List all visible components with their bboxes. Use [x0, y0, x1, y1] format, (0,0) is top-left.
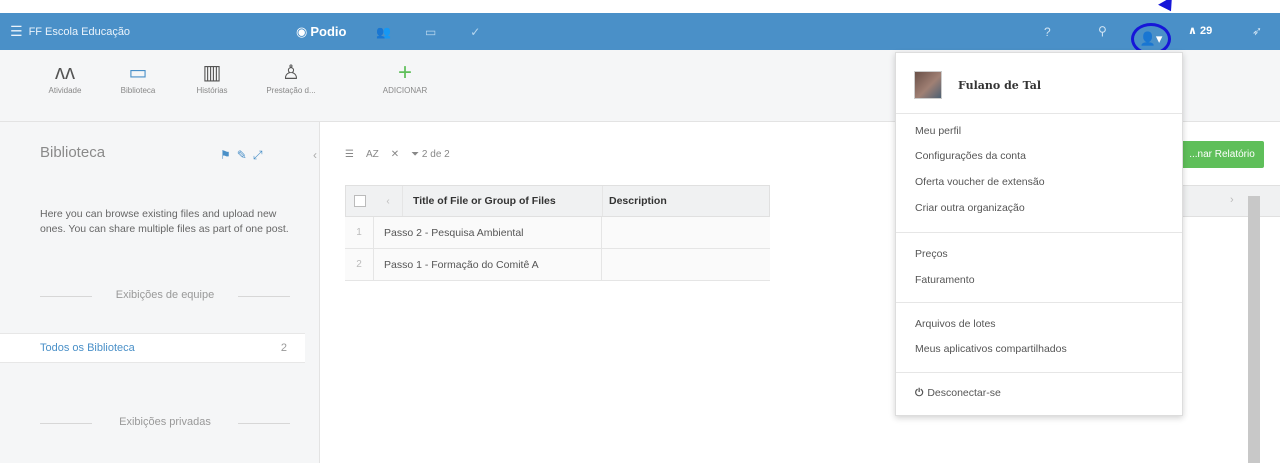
podio-logo-icon: ◉ — [296, 23, 308, 39]
fullscreen-icon[interactable]: ⤢ — [253, 148, 269, 162]
view-count: 2 — [280, 342, 287, 354]
bell-icon: ∧ — [1188, 25, 1200, 37]
menu-item-batch-files[interactable]: Arquivos de lotes — [915, 318, 996, 330]
view-label: Todos os Biblioteca — [40, 342, 135, 354]
list-layout-icon[interactable]: ☰ — [345, 149, 354, 160]
app-description: Here you can browse existing files and u… — [40, 208, 289, 235]
menu-divider — [896, 372, 1182, 373]
app-biblioteca[interactable]: ▭ Biblioteca — [103, 60, 173, 95]
vertical-scrollbar[interactable] — [1248, 196, 1260, 463]
add-icon: + — [397, 59, 412, 86]
tasks-icon[interactable]: ✓ — [470, 25, 480, 39]
menu-divider — [896, 113, 1182, 114]
menu-item-create-organization[interactable]: Criar outra organização — [915, 202, 1025, 214]
menu-item-logout[interactable]: ⏻ Desconectar-se — [915, 387, 1001, 400]
menu-item-account-settings[interactable]: Configurações da conta — [915, 150, 1026, 162]
top-navigation-bar: ☰ FF Escola Educação ◉ Podio 👥 ▭ ✓ ? ⚲ 👤… — [0, 13, 1280, 55]
menu-divider — [896, 232, 1182, 233]
user-icon: 👤▾ — [1139, 31, 1163, 46]
nav-icons: 👥 ▭ ✓ — [376, 13, 480, 50]
row-number: 2 — [356, 259, 362, 270]
chevron-right-icon[interactable]: › — [1230, 194, 1234, 206]
help-icon[interactable]: ? — [1044, 25, 1051, 39]
pin-icon[interactable]: ⚑ — [220, 148, 237, 162]
column-header-description[interactable]: Description — [602, 186, 769, 216]
items-table: ‹ Title of File or Group of Files Descri… — [345, 185, 770, 281]
row-number: 1 — [356, 227, 362, 238]
select-all-checkbox[interactable] — [346, 195, 374, 207]
book-icon: ▥ — [202, 62, 222, 84]
generate-report-button[interactable]: ...nar Relatório — [1180, 141, 1264, 168]
app-label: Atividade — [48, 86, 82, 95]
app-prestacao[interactable]: ♙ Prestação d... — [256, 60, 326, 95]
table-header-overflow: › — [1180, 185, 1280, 217]
list-toolbar: ☰ AZ ✕ ⏷ 2 de 2 — [345, 146, 450, 162]
wrench-icon[interactable]: ✎ — [237, 148, 253, 162]
app-label: Histórias — [196, 86, 228, 95]
sidebar-tools: ⚑✎⤢ — [220, 148, 268, 163]
collapse-sidebar-icon[interactable]: ‹ — [313, 148, 317, 162]
app-label: ADICIONAR — [382, 86, 428, 95]
menu-item-shared-apps[interactable]: Meus aplicativos compartilhados — [915, 343, 1067, 355]
sidebar-view-item[interactable]: Todos os Biblioteca 2 — [0, 333, 305, 363]
menu-item-voucher-offer[interactable]: Oferta voucher de extensão — [915, 176, 1045, 188]
activity-icon: ʌʌ — [55, 62, 75, 84]
app-label: Prestação d... — [266, 86, 316, 95]
money-bag-icon: ♙ — [282, 62, 300, 84]
menu-item-my-profile[interactable]: Meu perfil — [915, 125, 961, 137]
app-activity[interactable]: ʌʌ Atividade — [30, 60, 100, 95]
menu-item-billing[interactable]: Faturamento — [915, 274, 975, 286]
row-title[interactable]: Passo 2 - Pesquisa Ambiental — [373, 217, 601, 248]
podio-logo[interactable]: ◉ Podio — [296, 13, 346, 50]
power-icon: ⏻ — [915, 387, 924, 399]
sidebar: Biblioteca ⚑✎⤢ ‹ Here you can browse exi… — [0, 122, 320, 463]
filter-button[interactable]: ⏷ 2 de 2 — [411, 149, 450, 160]
user-header[interactable]: Fulano de Tal — [914, 71, 1041, 99]
team-views-label: Exibições de equipe — [40, 289, 290, 301]
avatar — [914, 71, 942, 99]
notification-count: 29 — [1200, 25, 1213, 37]
notifications-button[interactable]: ∧ 29 — [1188, 24, 1212, 37]
contacts-icon[interactable]: 👥 — [376, 25, 391, 39]
folder-icon: ▭ — [128, 62, 148, 84]
private-views-label: Exibições privadas — [40, 416, 290, 428]
app-label: Biblioteca — [120, 86, 156, 95]
row-title[interactable]: Passo 1 - Formação do Comitê A — [373, 249, 601, 280]
hamburger-icon: ☰ — [10, 23, 23, 39]
org-name: FF Escola Educação — [28, 25, 131, 38]
chevron-left-icon[interactable]: ‹ — [374, 196, 402, 207]
row-description — [601, 217, 770, 248]
search-icon[interactable]: ⚲ — [1098, 24, 1107, 38]
user-dropdown-menu: Fulano de Tal Meu perfil Configurações d… — [895, 52, 1183, 416]
org-switcher[interactable]: ☰ FF Escola Educação — [10, 13, 130, 50]
column-header-title[interactable]: Title of File or Group of Files — [402, 186, 602, 216]
user-name: Fulano de Tal — [958, 78, 1042, 92]
sidebar-title: Biblioteca — [40, 144, 106, 161]
sort-button[interactable]: AZ — [366, 149, 379, 160]
app-add[interactable]: + ADICIONAR — [370, 59, 440, 96]
calendar-icon[interactable]: ▭ — [425, 25, 436, 39]
rocket-icon[interactable]: ➶ — [1252, 24, 1262, 38]
app-historias[interactable]: ▥ Histórias — [177, 60, 247, 95]
tools-icon[interactable]: ✕ — [391, 149, 399, 160]
table-row[interactable]: 2 Passo 1 - Formação do Comitê A — [345, 249, 770, 281]
menu-item-pricing[interactable]: Preços — [915, 248, 948, 260]
row-description — [601, 249, 770, 280]
filter-icon: ⏷ — [411, 148, 422, 160]
menu-divider — [896, 302, 1182, 303]
table-header-row: ‹ Title of File or Group of Files Descri… — [345, 185, 770, 217]
table-row[interactable]: 1 Passo 2 - Pesquisa Ambiental — [345, 217, 770, 249]
